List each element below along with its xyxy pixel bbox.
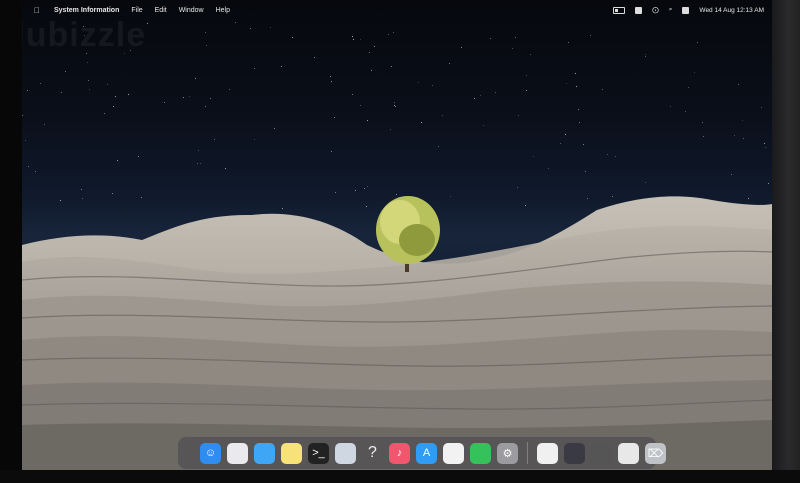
status-area: ⨀ ⌕ Wed 14 Aug 12:13 AM — [613, 0, 764, 20]
window-thumbnail-2[interactable] — [591, 442, 612, 464]
screen-bezel-right — [772, 0, 800, 483]
music-icon[interactable]: ♪ — [389, 442, 410, 464]
control-center-icon[interactable] — [682, 6, 690, 14]
search-icon[interactable]: ⌕ — [669, 6, 673, 14]
screen-bezel-left — [0, 0, 22, 483]
help-icon[interactable]: ? — [362, 443, 383, 464]
menu-file[interactable]: File — [131, 7, 142, 14]
menu-window[interactable]: Window — [179, 7, 204, 14]
trash-icon[interactable]: ⌦ — [645, 442, 666, 464]
apple-icon[interactable]:  — [34, 6, 44, 15]
document-icon[interactable] — [537, 442, 558, 464]
wifi-icon[interactable]: ⨀ — [652, 6, 659, 14]
app-store-icon[interactable]: A — [416, 442, 437, 464]
safari-icon[interactable] — [254, 442, 275, 464]
quicktime-icon[interactable] — [335, 442, 356, 464]
text-input-icon[interactable] — [635, 6, 643, 14]
chrome-icon[interactable] — [443, 442, 464, 464]
dock: ☺ >_? ♪ A ⚙ ⌦ — [177, 436, 666, 470]
terminal-icon[interactable]: >_ — [308, 442, 329, 464]
notes-icon[interactable] — [281, 442, 302, 464]
finder-icon[interactable]: ☺ — [200, 442, 221, 464]
battery-icon[interactable] — [613, 6, 626, 14]
menu-app-name[interactable]: System Information — [54, 7, 119, 14]
wallpaper-landscape — [22, 196, 772, 470]
menu-edit[interactable]: Edit — [155, 7, 167, 14]
whatsapp-icon[interactable] — [470, 442, 491, 464]
desktop: dubizzle  System Information File Edit … — [22, 0, 772, 470]
dock-separator — [527, 442, 528, 464]
screen-bezel-bottom — [0, 470, 800, 483]
settings-icon[interactable]: ⚙ — [497, 442, 518, 464]
launchpad-icon[interactable] — [227, 442, 248, 464]
clock[interactable]: Wed 14 Aug 12:13 AM — [699, 7, 764, 14]
window-thumbnail-3[interactable] — [618, 442, 639, 464]
dubizzle-watermark: dubizzle — [22, 16, 147, 54]
window-thumbnail-1[interactable] — [564, 442, 585, 464]
menu-help[interactable]: Help — [216, 7, 230, 14]
